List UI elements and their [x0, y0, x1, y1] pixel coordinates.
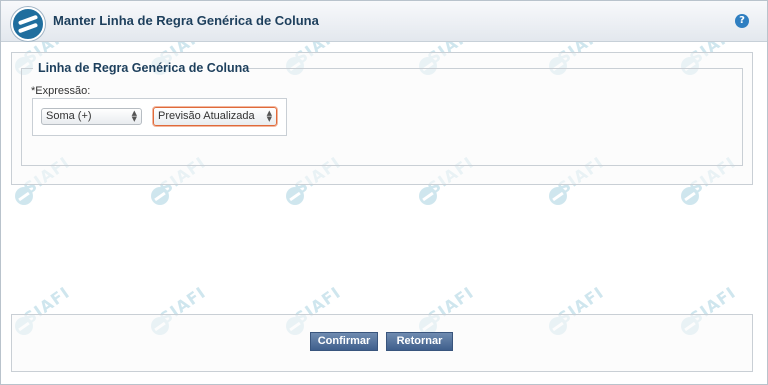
operator-select[interactable]: Soma (+) ▲ ▼ — [41, 108, 142, 125]
dialog-window: SIAFI SIAFI SIAFI SIAFI SIAFI SIAFI SIAF… — [0, 0, 768, 385]
title-bar: Manter Linha de Regra Genérica de Coluna… — [1, 1, 767, 42]
siafi-logo-icon — [11, 7, 45, 41]
rule-line-fieldset: Linha de Regra Genérica de Coluna *Expre… — [21, 61, 743, 166]
item-select[interactable]: Previsão Atualizada ▲ ▼ — [153, 107, 277, 126]
expression-label: *Expressão: — [31, 85, 91, 97]
confirm-button[interactable]: Confirmar — [310, 332, 378, 351]
dialog-title: Manter Linha de Regra Genérica de Coluna — [53, 13, 319, 28]
return-button[interactable]: Retornar — [386, 332, 453, 351]
updown-arrows-icon: ▲ ▼ — [131, 109, 137, 123]
fieldset-legend: Linha de Regra Genérica de Coluna — [38, 61, 250, 75]
help-icon[interactable]: ? — [735, 14, 749, 28]
form-panel: Linha de Regra Genérica de Coluna *Expre… — [11, 52, 753, 185]
footer-panel: Confirmar Retornar — [11, 314, 753, 372]
item-select-value: Previsão Atualizada — [158, 110, 255, 122]
operator-select-value: Soma (+) — [46, 110, 92, 122]
updown-arrows-icon: ▲ ▼ — [266, 109, 272, 123]
expression-box: Soma (+) ▲ ▼ Previsão Atualizada ▲ ▼ — [32, 98, 287, 136]
